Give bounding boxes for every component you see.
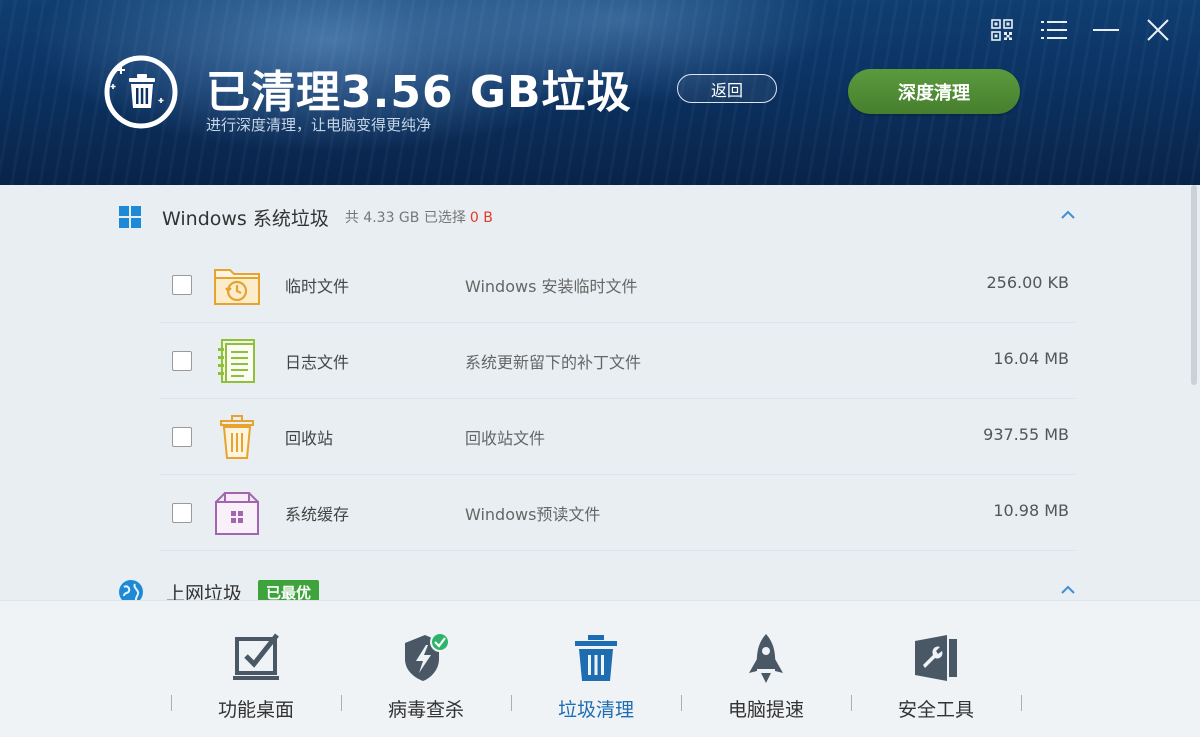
- toolbox-icon: [915, 635, 957, 681]
- row-name: 临时文件: [285, 277, 350, 296]
- globe-icon: [119, 580, 143, 600]
- shield-icon: [405, 632, 450, 681]
- row-size: 256.00 KB: [986, 273, 1069, 292]
- window-controls: [976, 16, 1184, 44]
- nav-label: 安全工具: [897, 699, 974, 721]
- nav-item-virus-scan[interactable]: 病毒查杀: [341, 601, 511, 737]
- close-icon: [1147, 19, 1169, 41]
- selected-size: 0 B: [469, 210, 493, 226]
- nav-item-desktop[interactable]: 功能桌面: [171, 601, 341, 737]
- rocket-icon: [749, 634, 783, 683]
- list-item[interactable]: 日志文件 系统更新留下的补丁文件 16.04 MB: [160, 323, 1075, 399]
- row-checkbox[interactable]: [172, 503, 192, 523]
- trash-icon: [575, 635, 617, 681]
- status-badge: 已最优: [258, 579, 320, 600]
- nav-item-speed-up[interactable]: 电脑提速: [681, 601, 851, 737]
- system-cache-icon: [215, 492, 259, 535]
- junk-list: Windows 系统垃圾 共 4.33 GB 已选择 0 B 临时文件 Windo…: [0, 185, 1200, 600]
- internet-section-header[interactable]: 上网垃圾 已最优: [118, 579, 1078, 601]
- row-checkbox[interactable]: [172, 351, 192, 371]
- menu-button[interactable]: [1028, 16, 1080, 44]
- row-description: Windows预读文件: [465, 505, 601, 524]
- row-description: Windows 安装临时文件: [465, 277, 638, 296]
- back-button[interactable]: 返回: [677, 74, 777, 103]
- nav-label: 功能桌面: [217, 699, 294, 721]
- chevron-up-icon[interactable]: [1058, 580, 1078, 600]
- windows-section-header[interactable]: Windows 系统垃圾 共 4.33 GB 已选择 0 B: [118, 205, 1078, 230]
- qrcode-icon: [991, 19, 1013, 41]
- row-size: 937.55 MB: [983, 425, 1069, 444]
- nav-label: 病毒查杀: [387, 699, 464, 721]
- header-banner: 已清理3.56 GB垃圾 进行深度清理，让电脑变得更纯净 返回 深度清理: [0, 0, 1200, 185]
- row-name: 回收站: [285, 429, 334, 448]
- row-description: 系统更新留下的补丁文件: [465, 353, 642, 372]
- log-file-icon: [218, 339, 255, 383]
- nav-item-security-tools[interactable]: 安全工具: [851, 601, 1021, 737]
- nav-item-junk-clean[interactable]: 垃圾清理: [511, 601, 681, 737]
- nav-separator: [1021, 695, 1022, 711]
- section-title: 上网垃圾: [166, 582, 243, 601]
- section-stats: 共 4.33 GB 已选择 0 B: [345, 207, 493, 227]
- row-checkbox[interactable]: [172, 275, 192, 295]
- menu-icon: [1041, 21, 1067, 39]
- list-item[interactable]: 临时文件 Windows 安装临时文件 256.00 KB: [160, 247, 1075, 323]
- qrcode-button[interactable]: [976, 16, 1028, 44]
- minimize-button[interactable]: [1080, 16, 1132, 44]
- section-title: Windows 系统垃圾: [162, 207, 329, 230]
- nav-label: 电脑提速: [727, 699, 804, 721]
- list-item[interactable]: 回收站 回收站文件 937.55 MB: [160, 399, 1075, 475]
- chevron-up-icon[interactable]: [1058, 205, 1078, 225]
- section-total: 共 4.33 GB 已选择: [344, 210, 466, 226]
- desktop-check-icon: [233, 633, 279, 680]
- row-size: 10.98 MB: [993, 501, 1069, 520]
- row-name: 日志文件: [285, 353, 350, 372]
- page-title: 已清理3.56 GB垃圾: [206, 67, 632, 118]
- row-size: 16.04 MB: [993, 349, 1069, 368]
- scrollbar[interactable]: [1191, 185, 1197, 385]
- close-button[interactable]: [1132, 16, 1184, 44]
- bottom-nav: 功能桌面 病毒查杀 垃圾清理 电脑提速 安全工具: [0, 600, 1200, 737]
- row-description: 回收站文件: [465, 429, 546, 448]
- deep-clean-button[interactable]: 深度清理: [848, 69, 1020, 114]
- row-name: 系统缓存: [285, 505, 350, 524]
- recycle-bin-icon: [220, 415, 254, 459]
- temp-folder-icon: [214, 269, 260, 305]
- list-item[interactable]: 系统缓存 Windows预读文件 10.98 MB: [160, 475, 1075, 551]
- minimize-icon: [1093, 29, 1119, 31]
- nav-label: 垃圾清理: [557, 699, 634, 721]
- page-subtitle: 进行深度清理，让电脑变得更纯净: [206, 116, 432, 134]
- clean-trash-logo-icon: [104, 55, 178, 129]
- windows-logo-icon: [119, 206, 141, 228]
- row-checkbox[interactable]: [172, 427, 192, 447]
